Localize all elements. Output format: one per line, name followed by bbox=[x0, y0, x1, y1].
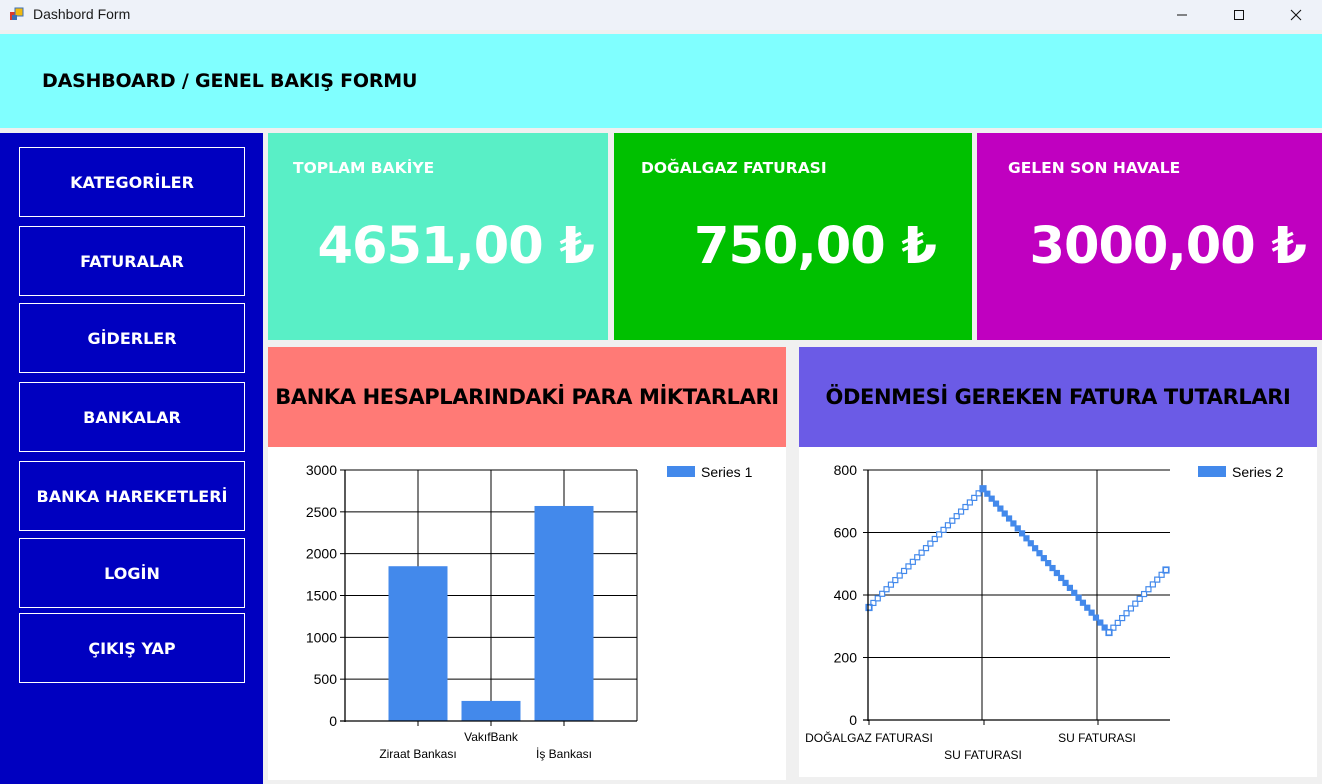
y-tick-label: 500 bbox=[314, 671, 338, 687]
bills-chart: 0 200 400 600 800 DOĞALGAZ FATURASI SU FATURAS… bbox=[805, 462, 1284, 762]
line-marker bbox=[1162, 566, 1170, 574]
line-marker bbox=[1092, 614, 1100, 621]
line-marker bbox=[1001, 510, 1008, 517]
y-tick-label: 400 bbox=[834, 587, 858, 603]
bar bbox=[534, 505, 594, 721]
bank-balances-panel-header: BANKA HESAPLARINDAKİ PARA MİKTARLARI bbox=[268, 347, 786, 447]
line-marker bbox=[1023, 535, 1030, 542]
panel-title: ÖDENMESİ GEREKEN FATURA TUTARLARI bbox=[825, 385, 1291, 409]
sidebar-item-giderler[interactable]: GİDERLER bbox=[19, 303, 245, 373]
y-tick-label: 0 bbox=[329, 713, 337, 729]
line-marker bbox=[1040, 555, 1047, 562]
line-marker bbox=[1032, 545, 1039, 552]
line-marker bbox=[997, 505, 1004, 512]
sidebar-item-label: BANKALAR bbox=[83, 407, 181, 427]
line-marker bbox=[1019, 530, 1026, 537]
minimize-icon bbox=[1176, 6, 1188, 25]
line-marker bbox=[1075, 594, 1082, 601]
line-marker bbox=[1097, 619, 1104, 626]
legend-swatch bbox=[1198, 466, 1226, 477]
page-title: DASHBOARD / GENEL BAKIŞ FORMU bbox=[42, 70, 418, 92]
y-tick-label: 2000 bbox=[306, 546, 337, 562]
line-marker bbox=[1079, 599, 1087, 606]
y-tick-label: 0 bbox=[849, 712, 857, 728]
sidebar-item-banka-hareketleri[interactable]: BANKA HAREKETLERİ bbox=[19, 461, 245, 531]
header-bar: DASHBOARD / GENEL BAKIŞ FORMU bbox=[0, 34, 1322, 128]
line-marker bbox=[1071, 589, 1078, 596]
y-tick-label: 3000 bbox=[306, 462, 337, 478]
bar bbox=[461, 700, 521, 721]
card-dogalgaz-faturasi: DOĞALGAZ FATURASI 750,00 ₺ bbox=[614, 133, 972, 340]
card-label: DOĞALGAZ FATURASI bbox=[641, 159, 827, 177]
line-marker bbox=[1014, 525, 1021, 532]
maximize-button[interactable] bbox=[1213, 0, 1265, 30]
x-tick-label: İş Bankası bbox=[536, 747, 592, 761]
line-marker bbox=[1088, 609, 1095, 616]
line-marker bbox=[1010, 520, 1017, 527]
card-value: 4651,00 ₺ bbox=[317, 217, 595, 276]
sidebar-item-label: GİDERLER bbox=[87, 328, 177, 348]
line-marker bbox=[1049, 564, 1056, 572]
sidebar-item-label: FATURALAR bbox=[80, 251, 184, 271]
y-tick-label: 800 bbox=[834, 462, 858, 478]
y-tick-label: 600 bbox=[834, 525, 858, 541]
line-marker bbox=[1045, 560, 1052, 567]
card-value: 750,00 ₺ bbox=[693, 217, 937, 276]
x-tick-label: DOĞALGAZ FATURASI bbox=[805, 730, 933, 745]
x-tick-label: Ziraat Bankası bbox=[379, 747, 456, 761]
bank-balances-chart-area: 0 500 1000 1500 2000 2500 3000 Ziraat Bankası Va… bbox=[268, 447, 786, 780]
sidebar-item-label: ÇIKIŞ YAP bbox=[88, 638, 176, 658]
card-toplam-bakiye: TOPLAM BAKİYE 4651,00 ₺ bbox=[268, 133, 608, 340]
sidebar-item-login[interactable]: LOGİN bbox=[19, 538, 245, 608]
sidebar-item-label: LOGİN bbox=[104, 563, 160, 583]
bank-balances-chart: 0 500 1000 1500 2000 2500 3000 Ziraat Bankası Va… bbox=[306, 462, 753, 761]
card-value: 3000,00 ₺ bbox=[1029, 217, 1307, 276]
sidebar-item-cikis-yap[interactable]: ÇIKIŞ YAP bbox=[19, 613, 245, 683]
y-tick-label: 1500 bbox=[306, 588, 337, 604]
bills-chart-area: 0 200 400 600 800 DOĞALGAZ FATURASI SU FATURAS… bbox=[799, 447, 1317, 777]
line-marker bbox=[1084, 604, 1091, 611]
sidebar-item-label: BANKA HAREKETLERİ bbox=[36, 486, 228, 506]
close-button[interactable] bbox=[1270, 0, 1322, 30]
sidebar-item-kategoriler[interactable]: KATEGORİLER bbox=[19, 147, 245, 217]
sidebar: KATEGORİLER FATURALAR GİDERLER BANKALAR … bbox=[0, 133, 263, 784]
line-marker bbox=[988, 495, 995, 502]
sidebar-item-label: KATEGORİLER bbox=[70, 172, 194, 192]
line-marker bbox=[1062, 579, 1069, 587]
card-label: GELEN SON HAVALE bbox=[1008, 159, 1181, 177]
close-icon bbox=[1290, 6, 1302, 25]
x-tick-label: VakıfBank bbox=[464, 730, 519, 744]
bar bbox=[388, 566, 448, 721]
line-marker bbox=[1058, 574, 1065, 582]
legend-label: Series 2 bbox=[1232, 464, 1284, 480]
app-icon bbox=[9, 6, 25, 22]
y-tick-label: 200 bbox=[834, 650, 858, 666]
x-tick-label: SU FATURASI bbox=[944, 748, 1022, 762]
card-label: TOPLAM BAKİYE bbox=[293, 159, 435, 177]
sidebar-item-faturalar[interactable]: FATURALAR bbox=[19, 226, 245, 296]
line-marker bbox=[1053, 569, 1060, 577]
line-marker bbox=[1066, 584, 1073, 591]
card-gelen-son-havale: GELEN SON HAVALE 3000,00 ₺ bbox=[977, 133, 1322, 340]
line-marker bbox=[979, 485, 987, 492]
minimize-button[interactable] bbox=[1156, 0, 1208, 30]
line-marker bbox=[1005, 515, 1013, 522]
x-tick-label: SU FATURASI bbox=[1058, 731, 1136, 745]
panel-title: BANKA HESAPLARINDAKİ PARA MİKTARLARI bbox=[275, 385, 779, 409]
line-marker bbox=[1027, 540, 1034, 547]
line-marker bbox=[992, 500, 1000, 507]
legend-swatch bbox=[667, 466, 695, 477]
line-marker bbox=[1036, 550, 1043, 557]
title-bar: Dashbord Form bbox=[0, 0, 1322, 30]
sidebar-item-bankalar[interactable]: BANKALAR bbox=[19, 382, 245, 452]
legend-label: Series 1 bbox=[701, 464, 753, 480]
y-tick-label: 2500 bbox=[306, 504, 337, 520]
maximize-icon bbox=[1233, 6, 1245, 25]
y-tick-label: 1000 bbox=[306, 629, 337, 645]
window-title: Dashbord Form bbox=[33, 6, 131, 22]
bills-panel-header: ÖDENMESİ GEREKEN FATURA TUTARLARI bbox=[799, 347, 1317, 447]
